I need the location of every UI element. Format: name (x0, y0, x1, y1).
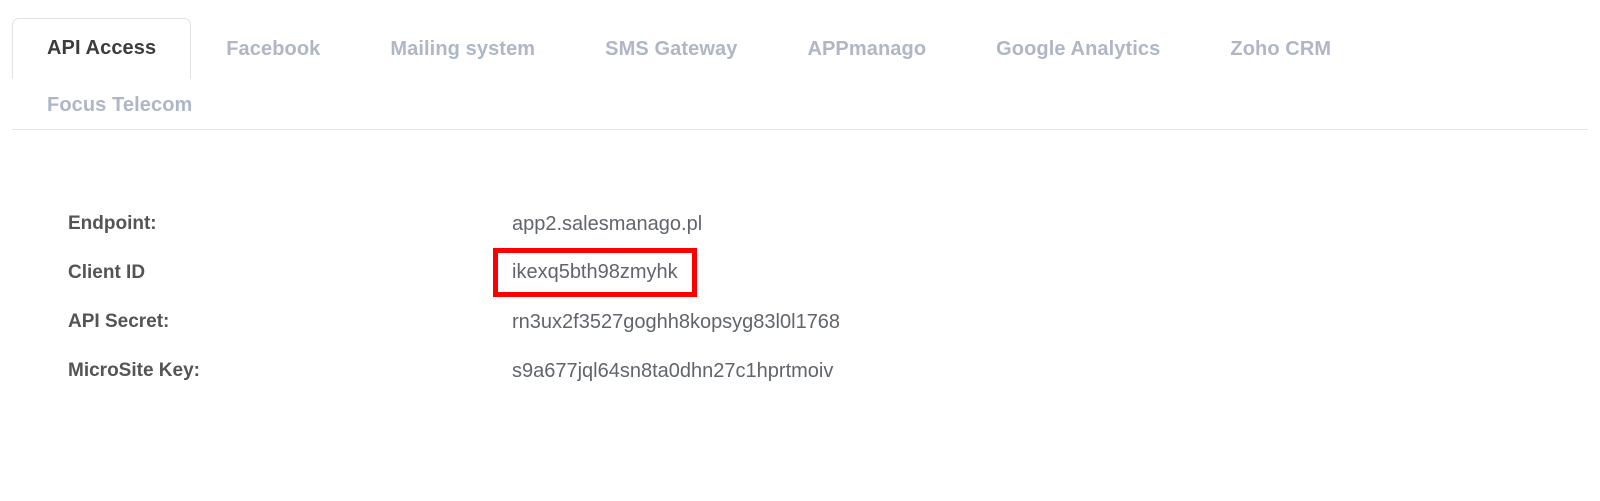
tab-row-secondary: Focus Telecom (0, 77, 1600, 129)
field-row-api-secret: API Secret: rn3ux2f3527goghh8kopsyg83l0l… (68, 297, 1600, 346)
tab-zoho-crm[interactable]: Zoho CRM (1195, 19, 1366, 79)
field-label-endpoint: Endpoint: (68, 213, 157, 234)
field-value-client-id: ikexq5bth98zmyhk (493, 248, 697, 297)
tab-label: API Access (47, 37, 157, 59)
field-row-client-id: Client ID ikexq5bth98zmyhk (68, 248, 1600, 297)
tab-label: Facebook (226, 38, 321, 60)
tab-facebook[interactable]: Facebook (191, 19, 355, 79)
tab-label: Focus Telecom (47, 94, 193, 116)
tab-mailing-system[interactable]: Mailing system (355, 19, 570, 79)
tab-label: Zoho CRM (1230, 38, 1332, 60)
field-label-microsite-key: MicroSite Key: (68, 360, 200, 381)
tab-focus-telecom[interactable]: Focus Telecom (12, 77, 227, 129)
field-value-microsite-key: s9a677jql64sn8ta0dhn27c1hprtmoiv (512, 359, 834, 382)
field-row-endpoint: Endpoint: app2.salesmanago.pl (68, 199, 1600, 248)
tab-row-primary: API Access Facebook Mailing system SMS G… (0, 0, 1600, 79)
tab-label: Google Analytics (996, 38, 1161, 60)
field-value-api-secret: rn3ux2f3527goghh8kopsyg83l0l1768 (512, 310, 841, 333)
tab-strip-divider (12, 129, 1588, 130)
tab-appmanago[interactable]: APPmanago (772, 19, 961, 79)
field-label-client-id: Client ID (68, 262, 146, 283)
tab-label: Mailing system (390, 38, 536, 60)
api-credentials-list: Endpoint: app2.salesmanago.pl Client ID … (0, 199, 1600, 395)
tab-sms-gateway[interactable]: SMS Gateway (570, 19, 772, 79)
tab-strip: API Access Facebook Mailing system SMS G… (0, 0, 1600, 130)
field-row-microsite-key: MicroSite Key: s9a677jql64sn8ta0dhn27c1h… (68, 346, 1600, 395)
field-label-api-secret: API Secret: (68, 311, 170, 332)
tab-api-access[interactable]: API Access (12, 18, 192, 79)
tab-label: APPmanago (807, 38, 927, 60)
tab-google-analytics[interactable]: Google Analytics (961, 19, 1195, 79)
tab-label: SMS Gateway (605, 38, 738, 60)
field-value-endpoint: app2.salesmanago.pl (512, 212, 703, 235)
